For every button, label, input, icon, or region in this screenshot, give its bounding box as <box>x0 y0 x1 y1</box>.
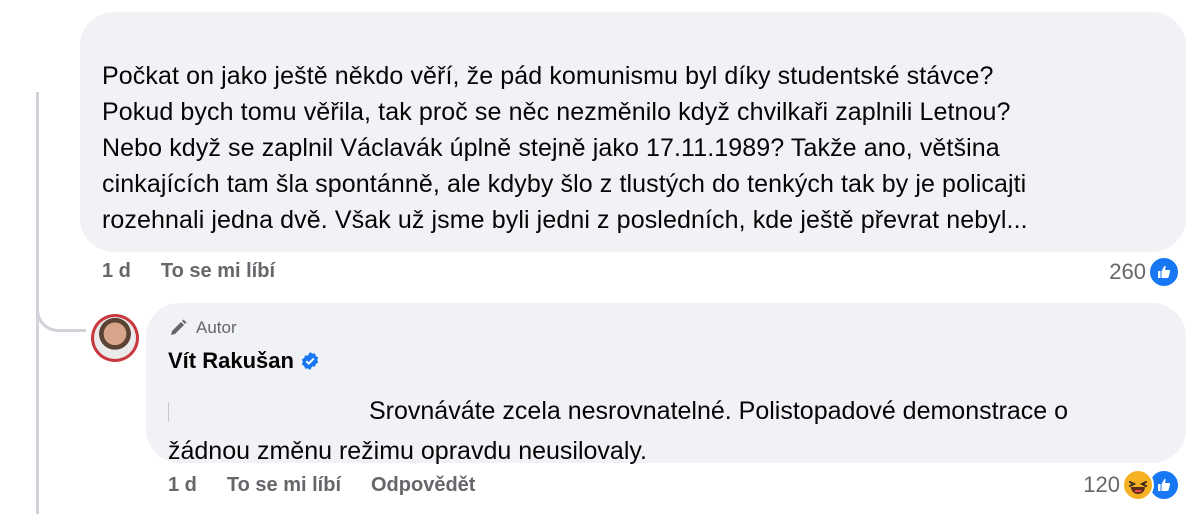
thread-connector <box>36 250 86 332</box>
author-avatar[interactable] <box>91 314 139 362</box>
reply-reaction-count: 120 <box>1083 472 1120 497</box>
reply-timestamp[interactable]: 1 d <box>168 474 197 497</box>
verified-badge-icon <box>301 352 319 370</box>
comment-bubble: Počkat on jako ještě někdo věří, že pád … <box>80 12 1186 252</box>
reply-text-line-1: Srovnáváte zcela nesrovnatelné. Polistop… <box>369 397 1069 425</box>
author-badge: Autor <box>168 317 1166 339</box>
comment-reactions[interactable]: 260 <box>1109 256 1180 288</box>
pen-icon <box>171 319 187 335</box>
reply-like-button[interactable]: To se mi líbí <box>227 474 341 497</box>
comment-timestamp[interactable]: 1 d <box>102 260 131 283</box>
comment-like-button[interactable]: To se mi líbí <box>161 260 275 283</box>
comment-reaction-count: 260 <box>1109 259 1146 284</box>
avatar-photo <box>94 317 136 359</box>
text-cursor <box>168 402 169 423</box>
reply-reply-button[interactable]: Odpovědět <box>371 474 475 497</box>
reply-reactions[interactable]: 120 <box>1083 469 1180 501</box>
reply-text: Srovnáváte zcela nesrovnatelné. Polistop… <box>168 391 1166 471</box>
like-icon <box>1148 256 1180 288</box>
comment-actions: 1 d To se mi líbí <box>102 260 305 283</box>
author-name[interactable]: Vít Rakušan <box>168 348 294 374</box>
reply-actions: 1 d To se mi líbí Odpovědět <box>168 474 505 497</box>
haha-icon <box>1122 469 1154 501</box>
comment-text: Počkat on jako ještě někdo věří, že pád … <box>102 62 1028 234</box>
reply-text-line-2: žádnou změnu režimu opravdu neusilovaly. <box>168 437 647 465</box>
author-badge-label: Autor <box>196 318 237 337</box>
reply-bubble: Autor Vít Rakušan Srovnáváte zcela nesro… <box>146 303 1186 465</box>
